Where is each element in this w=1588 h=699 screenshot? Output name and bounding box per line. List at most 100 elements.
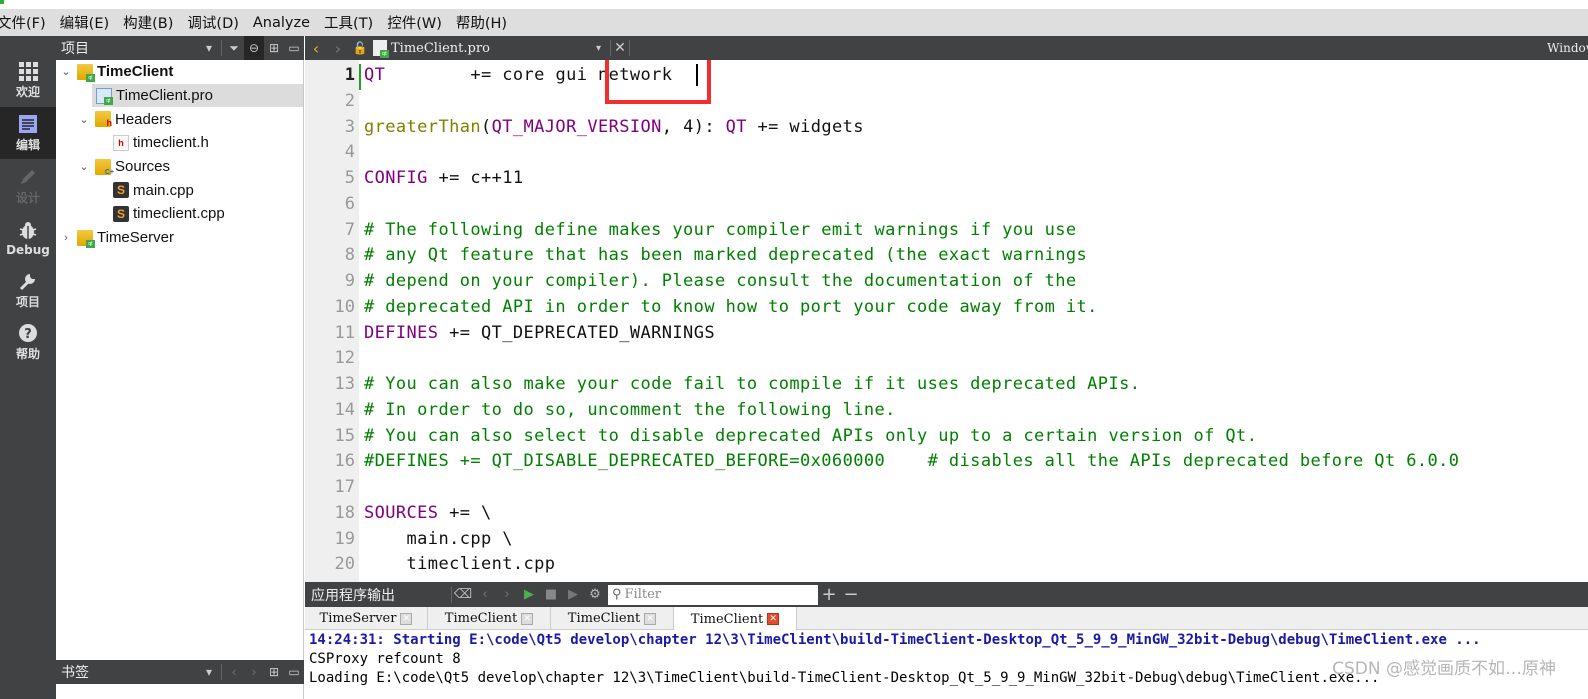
output-tab-active[interactable]: TimeClient ✕ (674, 607, 797, 631)
watermark: CSDN @感觉画质不如…原神 (1332, 659, 1556, 679)
tree-item-label: main.cpp (133, 181, 194, 199)
filter-icon[interactable]: ⏷ (224, 36, 244, 60)
output-tab[interactable]: TimeServer ✕ (305, 607, 428, 630)
mode-help[interactable]: ? 帮助 (0, 316, 56, 368)
settings-gear-icon[interactable]: ⚙ (584, 587, 606, 602)
tree-item-timeclient[interactable]: ⌄ qt TimeClient (56, 60, 303, 84)
dropdown-arrow-icon[interactable]: ▾ (199, 36, 219, 60)
mode-label: Debug (6, 242, 50, 257)
tree-item-timeclient-pro[interactable]: qt TimeClient.pro (92, 83, 303, 108)
tree-item-sources[interactable]: ⌄ C+ Sources (56, 155, 303, 179)
dropdown-arrow-icon[interactable]: ▾ (199, 660, 219, 684)
tree-item-timeclient-h[interactable]: h timeclient.h (56, 131, 303, 155)
run-icon[interactable]: ▶ (518, 587, 540, 602)
split-icon[interactable]: ⊞ (264, 660, 284, 684)
mode-welcome[interactable]: 欢迎 (0, 54, 56, 106)
code-line[interactable]: #DEFINES += QT_DISABLE_DEPRECATED_BEFORE… (364, 451, 1459, 471)
menu-file[interactable]: 文件(F) (0, 12, 46, 33)
code-editor[interactable]: 1 2 3 4 5 6 7 8 9 10 11 12 13 14 15 16 17 18 19 20 QT += co… (305, 60, 1588, 582)
chevron-left-icon[interactable]: ‹ (474, 587, 496, 602)
mode-edit[interactable]: 编辑 (0, 107, 56, 159)
mode-debug[interactable]: Debug (0, 212, 56, 264)
dropdown-arrow-icon[interactable]: ▾ (596, 43, 610, 54)
code-token: CONFIG (364, 168, 428, 188)
code-line[interactable]: timeclient.cpp (364, 554, 556, 575)
mode-projects[interactable]: 项目 (0, 264, 56, 316)
separator (221, 664, 222, 680)
code-line[interactable]: # depend on your compiler). Please consu… (364, 271, 1077, 291)
chevron-down-icon[interactable]: ⌄ (59, 65, 73, 78)
close-tab-icon[interactable]: ✕ (521, 612, 534, 625)
output-tab[interactable]: TimeClient ✕ (551, 607, 674, 630)
tree-item-headers[interactable]: ⌄ h Headers (56, 107, 303, 131)
code-line[interactable]: SOURCES += \ (364, 503, 492, 523)
mode-label: 帮助 (15, 347, 40, 361)
menu-build[interactable]: 构建(B) (123, 12, 173, 33)
zoom-out-icon[interactable]: − (840, 584, 862, 605)
attach-debugger-icon[interactable]: ▶ (562, 587, 584, 602)
mode-label: 项目 (15, 295, 40, 309)
close-tab-icon[interactable]: ✕ (644, 612, 657, 625)
code-line[interactable]: greaterThan(QT_MAJOR_VERSION, 4): QT += … (364, 117, 864, 137)
menu-debug[interactable]: 调试(D) (187, 12, 238, 33)
headers-folder-icon: h (95, 111, 112, 128)
stop-icon[interactable]: ■ (540, 587, 562, 602)
project-pane-header: 项目 ▾ ⏷ ⊖ ⊞ ▭ (56, 36, 304, 60)
code-token: # any Qt feature that has been marked de… (364, 245, 1088, 266)
chevron-left-icon[interactable]: ‹ (224, 660, 244, 684)
code-line[interactable]: # You can also make your code fail to co… (364, 374, 1140, 394)
menu-edit[interactable]: 编辑(E) (60, 12, 109, 33)
line-number: 1 (344, 65, 355, 85)
link-icon[interactable]: ⊖ (244, 36, 264, 60)
line-number: 2 (344, 90, 355, 111)
code-line[interactable]: # any Qt feature that has been marked de… (364, 245, 1087, 265)
code-line[interactable]: # The following define makes your compil… (364, 220, 1077, 240)
code-line[interactable]: CONFIG += c++11 (364, 168, 524, 188)
pane-title[interactable]: 项目 (61, 38, 199, 58)
code-line[interactable]: main.cpp \ (364, 529, 513, 549)
code-line[interactable]: # In order to do so, uncomment the follo… (364, 400, 896, 420)
close-pane-icon[interactable]: ▭ (284, 660, 304, 684)
zoom-in-icon[interactable]: + (818, 584, 840, 605)
close-tab-icon[interactable]: ✕ (767, 613, 780, 625)
line-number: 8 (344, 245, 355, 266)
chevron-down-icon[interactable]: ⌄ (77, 113, 91, 126)
menu-help[interactable]: 帮助(H) (456, 12, 507, 33)
split-icon[interactable]: ⊞ (264, 36, 284, 60)
tree-item-main-cpp[interactable]: S main.cpp (56, 178, 303, 202)
chevron-down-icon[interactable]: ⌄ (77, 160, 91, 173)
code-token: DEFINES (364, 322, 439, 343)
filter-input[interactable]: ⚲ Filter (608, 584, 818, 605)
open-file-name[interactable]: TimeClient.pro (391, 41, 596, 56)
close-file-icon[interactable]: ✕ (610, 40, 630, 56)
line-number: 7 (344, 219, 355, 240)
tree-item-timeserver[interactable]: › qt TimeServer (56, 226, 303, 250)
code-line[interactable]: DEFINES += QT_DEPRECATED_WARNINGS (364, 323, 715, 343)
back-icon[interactable]: ‹ (305, 39, 327, 58)
chevron-right-icon[interactable]: › (244, 660, 264, 684)
separator (221, 40, 222, 56)
app-icon (0, 0, 4, 4)
tree-item-label: timeclient.h (133, 134, 209, 152)
mode-design[interactable]: 设计 (0, 160, 56, 212)
menu-tools[interactable]: 工具(T) (324, 12, 373, 33)
svg-text:?: ? (24, 327, 32, 342)
output-pane-title[interactable]: 应用程序输出 (311, 585, 451, 605)
pencil-icon (17, 166, 39, 188)
close-pane-icon[interactable]: ▭ (284, 36, 304, 60)
chevron-right-icon[interactable]: › (496, 587, 518, 602)
lock-icon[interactable]: 🔓 (349, 41, 371, 55)
tree-item-timeclient-cpp[interactable]: S timeclient.cpp (56, 202, 303, 226)
code-token: timeclient.cpp (364, 554, 556, 575)
forward-icon[interactable]: › (327, 39, 349, 58)
code-token: #DEFINES += QT_DISABLE_DEPRECATED_BEFORE… (364, 451, 1460, 472)
menu-analyze[interactable]: Analyze (253, 15, 310, 31)
close-tab-icon[interactable]: ✕ (400, 612, 413, 625)
code-line[interactable]: # You can also select to disable depreca… (364, 426, 1257, 446)
pane-title[interactable]: 书签 (61, 662, 199, 682)
chevron-right-icon[interactable]: › (59, 232, 73, 244)
clear-output-icon[interactable]: ⌫ (452, 587, 474, 602)
output-tab[interactable]: TimeClient ✕ (428, 607, 551, 630)
code-line[interactable]: # deprecated API in order to know how to… (364, 297, 1098, 317)
menu-controls[interactable]: 控件(W) (387, 12, 442, 33)
